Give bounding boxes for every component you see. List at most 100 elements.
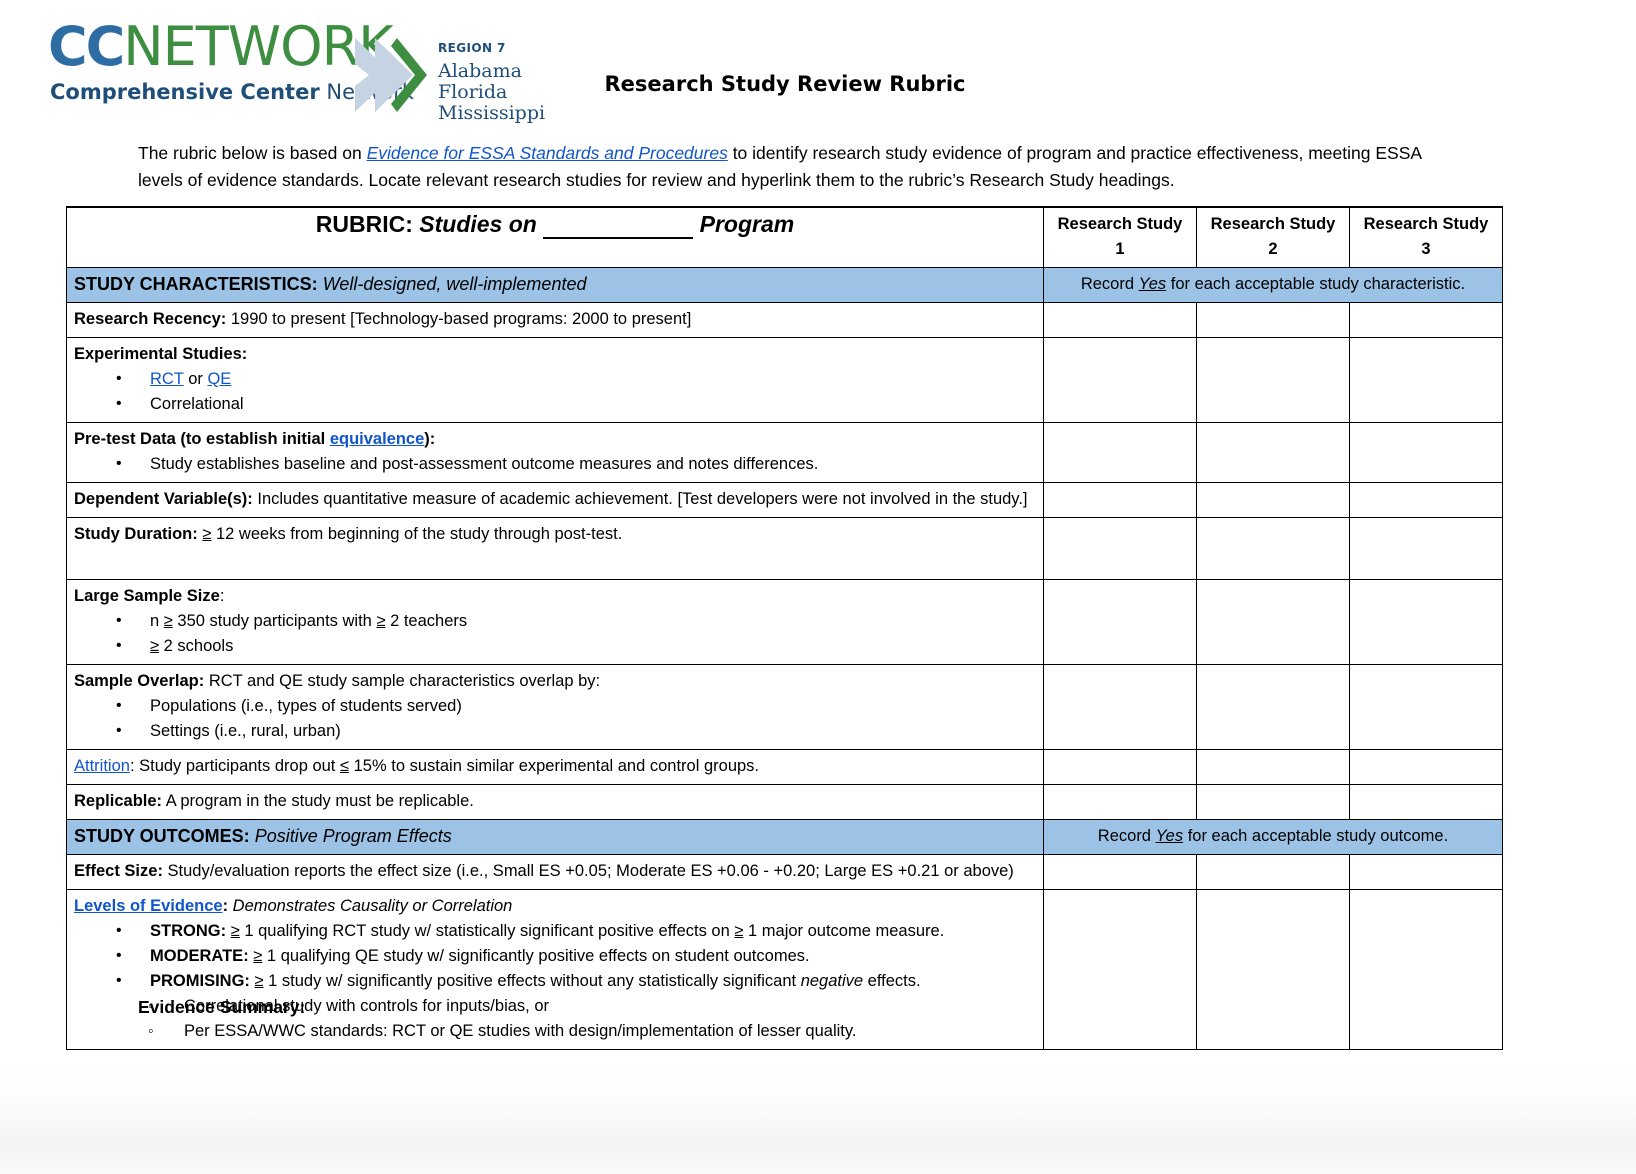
sample-overlap-label: Sample Overlap: RCT and QE study sample …	[74, 669, 1036, 694]
study-characteristics-bold: STUDY CHARACTERISTICS:	[74, 274, 318, 294]
rs2-number: 2	[1268, 240, 1278, 258]
rct-link[interactable]: RCT	[150, 370, 184, 388]
strong-ge-1: ≥	[230, 922, 240, 940]
promising-negative: negative	[800, 972, 864, 990]
replicable-rs3-input[interactable]	[1349, 784, 1503, 820]
large-sample-size-list: n ≥ 350 study participants with ≥ 2 teac…	[74, 608, 1036, 659]
effect-size-label: Effect Size:	[74, 862, 163, 880]
note2-post: for each acceptable study outcome.	[1183, 827, 1449, 845]
equivalence-link[interactable]: equivalence	[330, 430, 424, 448]
large-sample-size-label: Large Sample Size:	[74, 584, 1036, 609]
research-study-1-header[interactable]: Research Study 1	[1043, 206, 1197, 268]
attrition-rs1-input[interactable]	[1043, 749, 1197, 785]
list-item: STRONG: ≥ 1 qualifying RCT study w/ stat…	[74, 918, 1036, 944]
list-item: ≥ 2 schools	[74, 633, 1036, 659]
sample-ge-1: ≥	[163, 612, 173, 630]
pretest-rs3-input[interactable]	[1349, 422, 1503, 483]
rs1-number: 1	[1115, 240, 1125, 258]
evidence-summary-label: Evidence Summary:	[138, 997, 306, 1017]
replicable-text: A program in the study must be replicabl…	[162, 792, 474, 810]
region-label: REGION 7	[438, 41, 506, 55]
replicable-rs1-input[interactable]	[1043, 784, 1197, 820]
research-study-3-header[interactable]: Research Study 3	[1349, 206, 1503, 268]
experimental-studies-list: RCT or QE Correlational	[74, 366, 1036, 417]
overlap-rs3-input[interactable]	[1349, 664, 1503, 750]
pretest-rs2-input[interactable]	[1196, 422, 1350, 483]
recency-rs3-input[interactable]	[1349, 302, 1503, 338]
list-item: MODERATE: ≥ 1 qualifying QE study w/ sig…	[74, 943, 1036, 969]
program-name-blank[interactable]	[543, 212, 694, 239]
note2-yes: Yes	[1155, 827, 1184, 845]
levels-rs2-input[interactable]	[1196, 889, 1350, 1050]
study-outcomes-italic: Positive Program Effects	[249, 826, 452, 846]
table-row: Levels of Evidence: Demonstrates Causali…	[66, 889, 1503, 1050]
intro-paragraph: The rubric below is based on Evidence fo…	[138, 140, 1428, 194]
dependent-variables-text: Includes quantitative measure of academi…	[252, 490, 1028, 508]
logo-cc-text: CC	[48, 15, 125, 78]
list-item: Populations (i.e., types of students ser…	[74, 693, 1036, 719]
pretest-data-cell: Pre-test Data (to establish initial equi…	[66, 422, 1044, 483]
experimental-rs2-input[interactable]	[1196, 337, 1350, 423]
research-study-2-header[interactable]: Research Study 2	[1196, 206, 1350, 268]
study-outcomes-band-row: STUDY OUTCOMES: Positive Program Effects…	[66, 819, 1503, 855]
evidence-for-essa-link[interactable]: Evidence for ESSA Standards and Procedur…	[367, 143, 728, 163]
dependent-variables-label: Dependent Variable(s):	[74, 490, 253, 508]
effect-size-cell: Effect Size: Study/evaluation reports th…	[66, 854, 1044, 890]
replicable-rs2-input[interactable]	[1196, 784, 1350, 820]
effect-size-text: Study/evaluation reports the effect size…	[162, 862, 1014, 880]
sample-size-rs3-input[interactable]	[1349, 579, 1503, 665]
sample-overlap-list: Populations (i.e., types of students ser…	[74, 693, 1036, 744]
dependent-rs3-input[interactable]	[1349, 482, 1503, 518]
levels-of-evidence-link[interactable]: Levels of Evidence	[74, 897, 223, 915]
sample-size-rs1-input[interactable]	[1043, 579, 1197, 665]
study-duration-label: Study Duration:	[74, 525, 198, 543]
sample-size-rs2-input[interactable]	[1196, 579, 1350, 665]
pretest-rs1-input[interactable]	[1043, 422, 1197, 483]
experimental-rs1-input[interactable]	[1043, 337, 1197, 423]
levels-of-evidence-label: Levels of Evidence: Demonstrates Causali…	[74, 894, 1036, 919]
study-duration-text: 12 weeks from beginning of the study thr…	[211, 525, 623, 543]
strong-text-a: 1 qualifying RCT study w/ statistically …	[239, 922, 735, 940]
overlap-rs1-input[interactable]	[1043, 664, 1197, 750]
duration-rs1-input[interactable]	[1043, 517, 1197, 580]
study-outcomes-label: STUDY OUTCOMES: Positive Program Effects	[66, 819, 1044, 855]
strong-text-b: 1 major outcome measure.	[743, 922, 945, 940]
levels-of-evidence-cell: Levels of Evidence: Demonstrates Causali…	[66, 889, 1044, 1050]
effect-size-rs1-input[interactable]	[1043, 854, 1197, 890]
sample-overlap-text: RCT and QE study sample characteristics …	[204, 672, 601, 690]
list-item: Study establishes baseline and post-asse…	[74, 451, 1036, 477]
experimental-rs3-input[interactable]	[1349, 337, 1503, 423]
pretest-data-list: Study establishes baseline and post-asse…	[74, 451, 1036, 477]
attrition-rs2-input[interactable]	[1196, 749, 1350, 785]
effect-size-rs3-input[interactable]	[1349, 854, 1503, 890]
rs3-label: Research Study	[1363, 215, 1489, 233]
recency-rs1-input[interactable]	[1043, 302, 1197, 338]
experimental-studies-cell: Experimental Studies: RCT or QE Correlat…	[66, 337, 1044, 423]
list-item: Per ESSA/WWC standards: RCT or QE studie…	[74, 1019, 1036, 1044]
effect-size-rs2-input[interactable]	[1196, 854, 1350, 890]
research-recency-cell: Research Recency: 1990 to present [Techn…	[66, 302, 1044, 338]
rs3-number: 3	[1421, 240, 1431, 258]
levels-rs3-input[interactable]	[1349, 889, 1503, 1050]
overlap-rs2-input[interactable]	[1196, 664, 1350, 750]
logo-wordmark: CCNETWORK	[48, 15, 394, 78]
document-page: CCNETWORK Comprehensive Center Network R…	[0, 0, 1636, 1174]
qe-link[interactable]: QE	[207, 370, 231, 388]
dependent-variables-cell: Dependent Variable(s): Includes quantita…	[66, 482, 1044, 518]
dependent-rs2-input[interactable]	[1196, 482, 1350, 518]
moderate-label: MODERATE:	[150, 947, 249, 965]
table-row: Research Recency: 1990 to present [Techn…	[66, 302, 1503, 338]
study-characteristics-label: STUDY CHARACTERISTICS: Well-designed, we…	[66, 267, 1044, 303]
attrition-link[interactable]: Attrition	[74, 757, 130, 775]
research-recency-text: 1990 to present [Technology-based progra…	[226, 310, 692, 328]
promising-label: PROMISING:	[150, 972, 250, 990]
attrition-rs3-input[interactable]	[1349, 749, 1503, 785]
duration-rs2-input[interactable]	[1196, 517, 1350, 580]
levels-subtitle: Demonstrates Causality or Correlation	[228, 897, 513, 915]
sample-overlap-bold: Sample Overlap:	[74, 672, 205, 690]
recency-rs2-input[interactable]	[1196, 302, 1350, 338]
duration-rs3-input[interactable]	[1349, 517, 1503, 580]
attrition-text-a: : Study participants drop out	[129, 757, 340, 775]
levels-rs1-input[interactable]	[1043, 889, 1197, 1050]
dependent-rs1-input[interactable]	[1043, 482, 1197, 518]
